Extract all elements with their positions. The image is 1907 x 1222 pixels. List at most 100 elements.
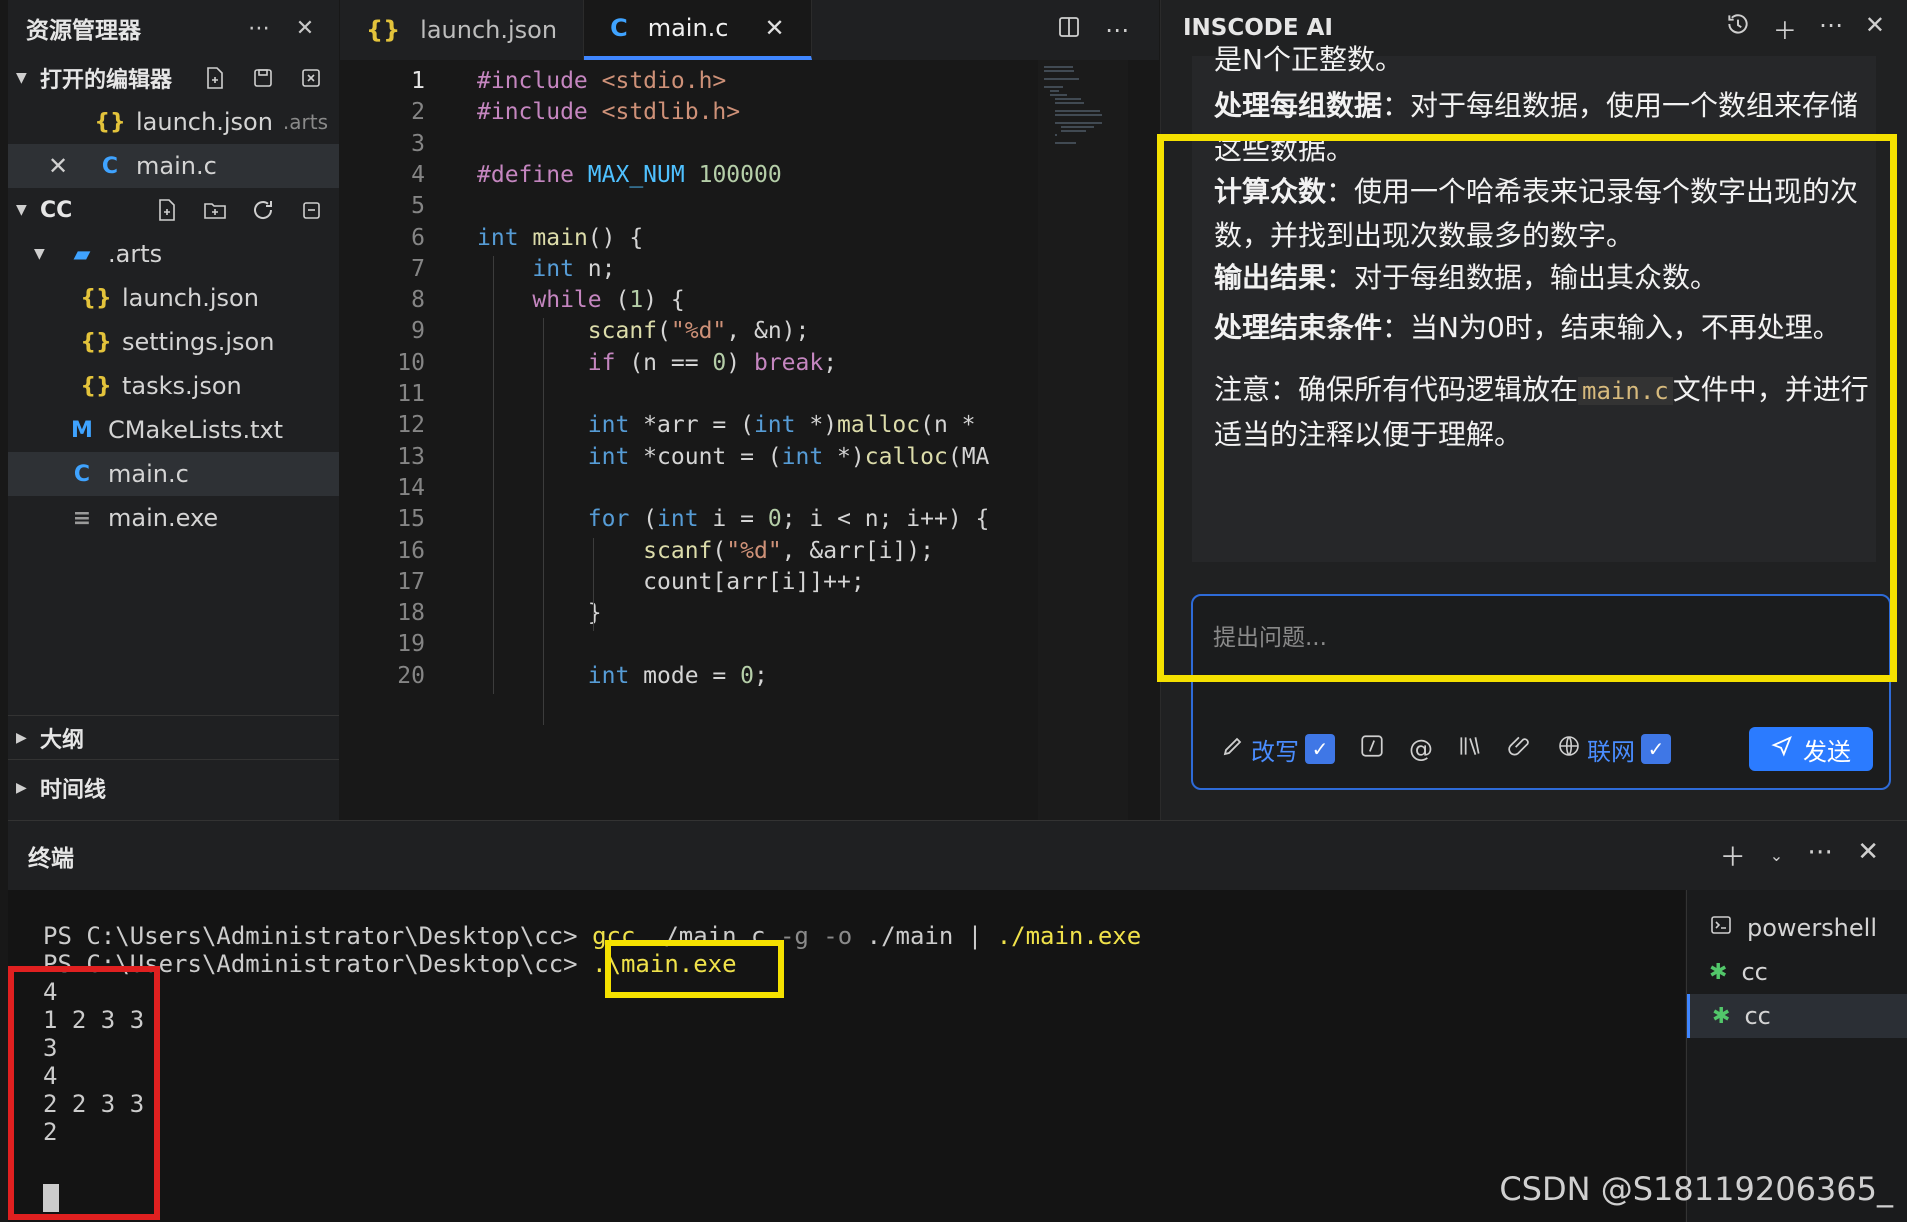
code-line: int n; <box>532 255 616 282</box>
terminal-title: 终端 <box>28 845 74 872</box>
terminal-line: PS C:\Users\Administrator\Desktop\cc> gc… <box>43 922 1141 950</box>
web-label: 联网 <box>1587 737 1635 766</box>
close-all-icon[interactable] <box>295 62 327 94</box>
chevron-right-icon: ▶ <box>16 780 27 796</box>
message-text: 是N个正整数。 <box>1214 43 1403 76</box>
more-icon[interactable]: ⋯ <box>1105 16 1129 44</box>
new-file-icon[interactable] <box>151 194 183 226</box>
send-icon <box>1771 735 1793 763</box>
tree-item[interactable]: {} launch.json <box>8 276 339 320</box>
line-number: 19 <box>397 631 425 658</box>
new-terminal-icon[interactable]: ＋ <box>1720 837 1746 874</box>
code-line: if (n == 0) break; <box>587 349 838 376</box>
checkbox-checked-icon[interactable]: ✓ <box>1305 734 1335 764</box>
code-line: scanf("%d", &arr[i]); <box>643 537 934 564</box>
terminal-output[interactable]: PS C:\Users\Administrator\Desktop\cc> gc… <box>8 890 1685 1222</box>
chevron-down-icon: ▼ <box>34 246 45 262</box>
session-label: powershell <box>1747 914 1877 942</box>
line-number: 10 <box>397 349 425 376</box>
line-number: 2 <box>411 99 425 126</box>
explorer-title: 资源管理器 <box>26 18 141 44</box>
terminal-session-active[interactable]: ✱ cc <box>1687 994 1907 1038</box>
open-editor-name: main.c <box>136 152 217 180</box>
minimap[interactable] <box>1038 60 1128 820</box>
close-icon[interactable]: ✕ <box>1857 837 1879 874</box>
json-file-icon: {} <box>80 285 112 311</box>
close-icon[interactable]: ✕ <box>48 152 92 180</box>
slash-command-icon[interactable] <box>1359 733 1385 765</box>
new-folder-icon[interactable] <box>199 194 231 226</box>
json-file-icon: {} <box>80 329 112 355</box>
open-editors-label: 打开的编辑器 <box>40 68 173 93</box>
tree-item-folder[interactable]: ▼ ▰ .arts <box>8 232 339 276</box>
close-icon[interactable]: ✕ <box>289 12 321 44</box>
open-editor-name: launch.json <box>136 108 273 136</box>
rewrite-toggle[interactable]: 改写 ✓ <box>1221 732 1335 767</box>
line-number: 12 <box>397 412 425 439</box>
outline-section[interactable]: ▶ 大纲 <box>8 716 339 760</box>
new-file-icon[interactable] <box>199 62 231 94</box>
minimap-line <box>1044 86 1064 88</box>
minimap-line <box>1044 70 1075 72</box>
close-tab-icon[interactable]: ✕ <box>765 14 785 42</box>
line-number: 14 <box>397 474 425 501</box>
minimap-line <box>1055 142 1076 144</box>
tab-main-c[interactable]: C main.c ✕ <box>584 0 812 60</box>
tree-item[interactable]: {} tasks.json <box>8 364 339 408</box>
open-editor-item-active[interactable]: ✕ C main.c <box>8 144 339 188</box>
code-line: int *arr = (int *)malloc(n * <box>587 412 976 439</box>
code-line: while (1) { <box>532 287 685 314</box>
tree-item[interactable]: {} settings.json <box>8 320 339 364</box>
save-all-icon[interactable] <box>247 62 279 94</box>
line-number: 7 <box>411 255 425 282</box>
explorer-header: 资源管理器 ⋯ ✕ <box>8 0 339 56</box>
tab-launch-json[interactable]: {} launch.json <box>340 0 585 60</box>
attachment-icon[interactable] <box>1507 733 1533 765</box>
session-label: cc <box>1744 1002 1771 1030</box>
checkbox-checked-icon[interactable]: ✓ <box>1641 734 1671 764</box>
collapse-all-icon[interactable] <box>295 194 327 226</box>
watermark: CSDN @S18119206365_ <box>1499 1170 1893 1208</box>
highlight-box <box>8 966 160 1220</box>
cmake-file-icon: M <box>71 417 93 443</box>
folder-section[interactable]: ▼ CC <box>8 188 339 232</box>
tree-item-active[interactable]: C main.c <box>8 452 339 496</box>
chevron-down-icon: ▼ <box>16 70 27 86</box>
line-number: 1 <box>411 68 425 94</box>
tree-item[interactable]: ≡ main.exe <box>8 496 339 540</box>
line-number: 20 <box>397 662 425 689</box>
code-line: for (int i = 0; i < n; i++) { <box>587 506 990 533</box>
code-editor[interactable]: 1 2 3 4 5 6 7 8 9 10 11 12 13 14 15 16 17 18 19 20 #include… <box>340 60 1159 820</box>
more-icon[interactable]: ⋯ <box>1807 837 1833 874</box>
minimap-line <box>1060 126 1095 128</box>
line-number: 5 <box>411 193 425 220</box>
open-editors-section[interactable]: ▼ 打开的编辑器 <box>8 56 339 100</box>
library-icon[interactable] <box>1457 733 1483 765</box>
send-button[interactable]: 发送 <box>1749 727 1873 771</box>
command-flags: -g -o <box>779 922 853 950</box>
mention-icon[interactable]: @ <box>1409 735 1433 763</box>
chevron-right-icon: ▶ <box>16 729 27 746</box>
more-icon[interactable]: ⋯ <box>243 12 275 44</box>
tree-item-label: main.exe <box>108 504 219 532</box>
terminal-session[interactable]: powershell <box>1687 906 1907 950</box>
tree-item[interactable]: M CMakeLists.txt <box>8 408 339 452</box>
web-search-toggle[interactable]: 联网 ✓ <box>1557 732 1671 767</box>
refresh-icon[interactable] <box>247 194 279 226</box>
split-editor-icon[interactable] <box>1057 15 1081 45</box>
indent-guide <box>593 537 594 632</box>
terminal-header: 终端 ＋ ⌄ ⋯ ✕ <box>8 820 1907 890</box>
code-line: int main() { <box>477 224 644 251</box>
open-editor-item[interactable]: {} launch.json .arts <box>8 100 339 144</box>
line-number: 6 <box>411 224 425 251</box>
item-title: 处理每组数据 <box>1214 89 1383 122</box>
terminal-session[interactable]: ✱ cc <box>1687 950 1907 994</box>
command-part: ./main | <box>852 922 997 950</box>
timeline-section[interactable]: ▶ 时间线 <box>8 766 339 810</box>
tree-item-label: launch.json <box>122 284 259 312</box>
minimap-line <box>1044 78 1080 80</box>
tab-label: main.c <box>647 14 729 42</box>
line-number: 8 <box>411 287 425 314</box>
chevron-down-icon[interactable]: ⌄ <box>1770 846 1783 865</box>
rewrite-label: 改写 <box>1251 737 1299 766</box>
